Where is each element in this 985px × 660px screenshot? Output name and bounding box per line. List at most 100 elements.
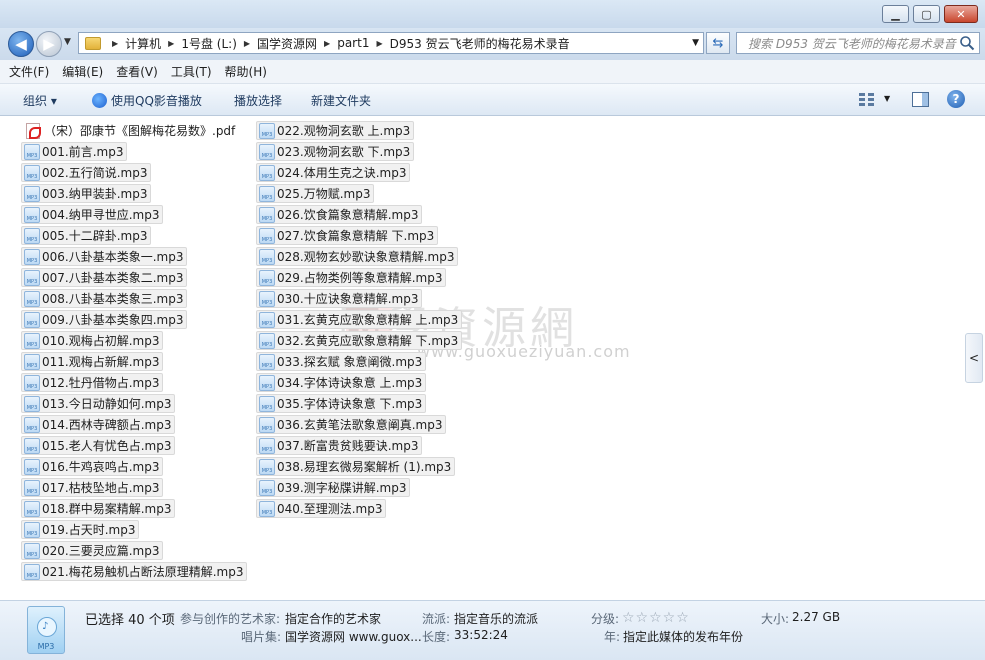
minimize-button[interactable]: ▁ — [882, 5, 909, 23]
mp3-file-item[interactable]: MP3 023.观物洞玄歌 下.mp3 — [256, 142, 415, 161]
mp3-file-item[interactable]: MP3 018.群中易案精解.mp3 — [21, 499, 176, 518]
search-input[interactable]: 搜索 D953 贺云飞老师的梅花易术录音 — [736, 32, 980, 54]
mp3-icon: MP3 — [259, 353, 275, 370]
mp3-icon: MP3 — [259, 311, 275, 328]
mp3-file-item[interactable]: MP3 001.前言.mp3 — [21, 142, 128, 161]
view-dropdown-icon[interactable]: ▼ — [884, 94, 890, 103]
address-history-dropdown-icon[interactable]: ▼ — [692, 38, 699, 48]
mp3-icon: MP3 — [24, 248, 40, 265]
close-button[interactable]: ✕ — [944, 5, 978, 23]
back-button[interactable]: ◀ — [8, 31, 34, 57]
mp3-file-item[interactable]: MP3 019.占天时.mp3 — [21, 520, 140, 539]
mp3-file-item[interactable]: MP3 028.观物玄妙歌诀象意精解.mp3 — [256, 247, 459, 266]
maximize-button[interactable]: ▢ — [913, 5, 940, 23]
mp3-file-item[interactable]: MP3 004.纳甲寻世应.mp3 — [21, 205, 164, 224]
expand-pane-button[interactable]: < — [965, 333, 983, 383]
album-value[interactable]: 国学资源网 www.guox... — [285, 628, 422, 645]
menu-file[interactable]: 文件(F) — [9, 63, 49, 80]
refresh-button[interactable]: ⇆ — [706, 32, 730, 54]
mp3-icon: MP3 — [24, 500, 40, 517]
mp3-icon: MP3 — [259, 290, 275, 307]
genre-value[interactable]: 指定音乐的流派 — [454, 610, 538, 627]
mp3-file-item[interactable]: MP3 015.老人有忧色占.mp3 — [21, 436, 176, 455]
file-name: 028.观物玄妙歌诀象意精解.mp3 — [277, 250, 455, 264]
mp3-file-item[interactable]: MP3 020.三要灵应篇.mp3 — [21, 541, 164, 560]
help-icon[interactable]: ? — [947, 90, 965, 108]
breadcrumb-computer[interactable]: 计算机 — [125, 35, 161, 52]
mp3-file-item[interactable]: MP3 024.体用生克之诀.mp3 — [256, 163, 411, 182]
mp3-file-item[interactable]: MP3 038.易理玄微易案解析 (1).mp3 — [256, 457, 456, 476]
mp3-file-item[interactable]: MP3 010.观梅占初解.mp3 — [21, 331, 164, 350]
mp3-file-item[interactable]: MP3 026.饮食篇象意精解.mp3 — [256, 205, 423, 224]
breadcrumb-guoxue[interactable]: 国学资源网 — [257, 35, 317, 52]
preview-pane-icon[interactable] — [912, 92, 929, 107]
play-selection-button[interactable]: 播放选择 — [234, 92, 282, 109]
view-options-icon[interactable] — [858, 92, 876, 108]
artist-value[interactable]: 指定合作的艺术家 — [285, 610, 381, 627]
mp3-file-item[interactable]: MP3 025.万物赋.mp3 — [256, 184, 375, 203]
organize-button[interactable]: 组织 ▾ — [23, 92, 57, 109]
mp3-icon: MP3 — [259, 227, 275, 244]
breadcrumb-separator-icon[interactable]: ▶ — [244, 39, 250, 48]
mp3-file-item[interactable]: MP3 016.牛鸡哀鸣占.mp3 — [21, 457, 164, 476]
search-icon[interactable] — [959, 35, 975, 51]
breadcrumb-current-folder[interactable]: D953 贺云飞老师的梅花易术录音 — [390, 35, 570, 52]
mp3-file-item[interactable]: MP3 034.字体诗诀象意 上.mp3 — [256, 373, 427, 392]
mp3-file-item[interactable]: MP3 040.至理测法.mp3 — [256, 499, 387, 518]
mp3-icon: MP3 — [24, 521, 40, 538]
forward-button[interactable]: ▶ — [36, 31, 62, 57]
mp3-file-item[interactable]: MP3 014.西林寺碑额占.mp3 — [21, 415, 176, 434]
pdf-file-item[interactable]: （宋）邵康节《图解梅花易数》.pdf — [21, 121, 239, 140]
mp3-file-item[interactable]: MP3 036.玄黄笔法歌象意阐真.mp3 — [256, 415, 447, 434]
mp3-file-item[interactable]: MP3 011.观梅占新解.mp3 — [21, 352, 164, 371]
mp3-icon: MP3 — [24, 437, 40, 454]
recent-pages-dropdown-icon[interactable]: ▼ — [64, 37, 71, 47]
mp3-icon: MP3 — [259, 185, 275, 202]
mp3-file-item[interactable]: MP3 008.八卦基本类象三.mp3 — [21, 289, 188, 308]
mp3-file-item[interactable]: MP3 031.玄黄克应歌象意精解 上.mp3 — [256, 310, 463, 329]
mp3-file-item[interactable]: MP3 033.探玄赋 象意阐微.mp3 — [256, 352, 427, 371]
file-name: 022.观物洞玄歌 上.mp3 — [277, 124, 411, 138]
mp3-file-item[interactable]: MP3 037.断富贵贫贱要诀.mp3 — [256, 436, 423, 455]
file-name: 030.十应诀象意精解.mp3 — [277, 292, 419, 306]
mp3-file-item[interactable]: MP3 009.八卦基本类象四.mp3 — [21, 310, 188, 329]
menu-view[interactable]: 查看(V) — [116, 63, 158, 80]
mp3-file-item[interactable]: MP3 017.枯枝坠地占.mp3 — [21, 478, 164, 497]
navigation-bar: ◀ ▶ ▼ ▶ 计算机 ▶ 1号盘 (L:) ▶ 国学资源网 ▶ part1 ▶… — [0, 28, 985, 60]
mp3-file-item[interactable]: MP3 007.八卦基本类象二.mp3 — [21, 268, 188, 287]
mp3-file-item[interactable]: MP3 035.字体诗诀象意 下.mp3 — [256, 394, 427, 413]
mp3-file-item[interactable]: MP3 029.占物类例等象意精解.mp3 — [256, 268, 447, 287]
breadcrumb-separator-icon[interactable]: ▶ — [168, 39, 174, 48]
mp3-file-item[interactable]: MP3 039.测字秘牒讲解.mp3 — [256, 478, 411, 497]
address-bar[interactable]: ▶ 计算机 ▶ 1号盘 (L:) ▶ 国学资源网 ▶ part1 ▶ D953 … — [78, 32, 704, 54]
mp3-file-item[interactable]: MP3 013.今日动静如何.mp3 — [21, 394, 176, 413]
breadcrumb-part1[interactable]: part1 — [337, 36, 369, 50]
breadcrumb-separator-icon[interactable]: ▶ — [112, 39, 118, 48]
folder-icon — [85, 36, 101, 50]
mp3-file-item[interactable]: MP3 030.十应诀象意精解.mp3 — [256, 289, 423, 308]
breadcrumb-separator-icon[interactable]: ▶ — [324, 39, 330, 48]
file-list-area[interactable]: 國學資源網 www.guoxueziyuan.com （宋）邵康节《图解梅花易数… — [0, 116, 985, 600]
mp3-file-item[interactable]: MP3 006.八卦基本类象一.mp3 — [21, 247, 188, 266]
mp3-file-item[interactable]: MP3 003.纳甲装卦.mp3 — [21, 184, 152, 203]
mp3-file-item[interactable]: MP3 027.饮食篇象意精解 下.mp3 — [256, 226, 439, 245]
new-folder-button[interactable]: 新建文件夹 — [311, 92, 371, 109]
mp3-file-item[interactable]: MP3 012.牡丹借物占.mp3 — [21, 373, 164, 392]
mp3-file-item[interactable]: MP3 002.五行简说.mp3 — [21, 163, 152, 182]
menu-tools[interactable]: 工具(T) — [171, 63, 212, 80]
mp3-icon: MP3 — [259, 500, 275, 517]
menu-edit[interactable]: 编辑(E) — [62, 63, 103, 80]
year-value[interactable]: 指定此媒体的发布年份 — [623, 628, 743, 645]
file-name: 003.纳甲装卦.mp3 — [42, 187, 148, 201]
menu-help[interactable]: 帮助(H) — [225, 63, 267, 80]
selection-count: 已选择 40 个项 — [85, 613, 175, 628]
mp3-file-item[interactable]: MP3 022.观物洞玄歌 上.mp3 — [256, 121, 415, 140]
mp3-file-item[interactable]: MP3 032.玄黄克应歌象意精解 下.mp3 — [256, 331, 463, 350]
mp3-icon-label: MP3 — [37, 642, 55, 651]
mp3-file-item[interactable]: MP3 005.十二辟卦.mp3 — [21, 226, 152, 245]
breadcrumb-separator-icon[interactable]: ▶ — [376, 39, 382, 48]
play-with-qq-button[interactable]: 使用QQ影音播放 — [92, 92, 202, 109]
mp3-file-item[interactable]: MP3 021.梅花易触机占断法原理精解.mp3 — [21, 562, 248, 581]
breadcrumb-drive[interactable]: 1号盘 (L:) — [181, 35, 237, 52]
rating-stars[interactable]: ☆☆☆☆☆ — [622, 610, 690, 626]
